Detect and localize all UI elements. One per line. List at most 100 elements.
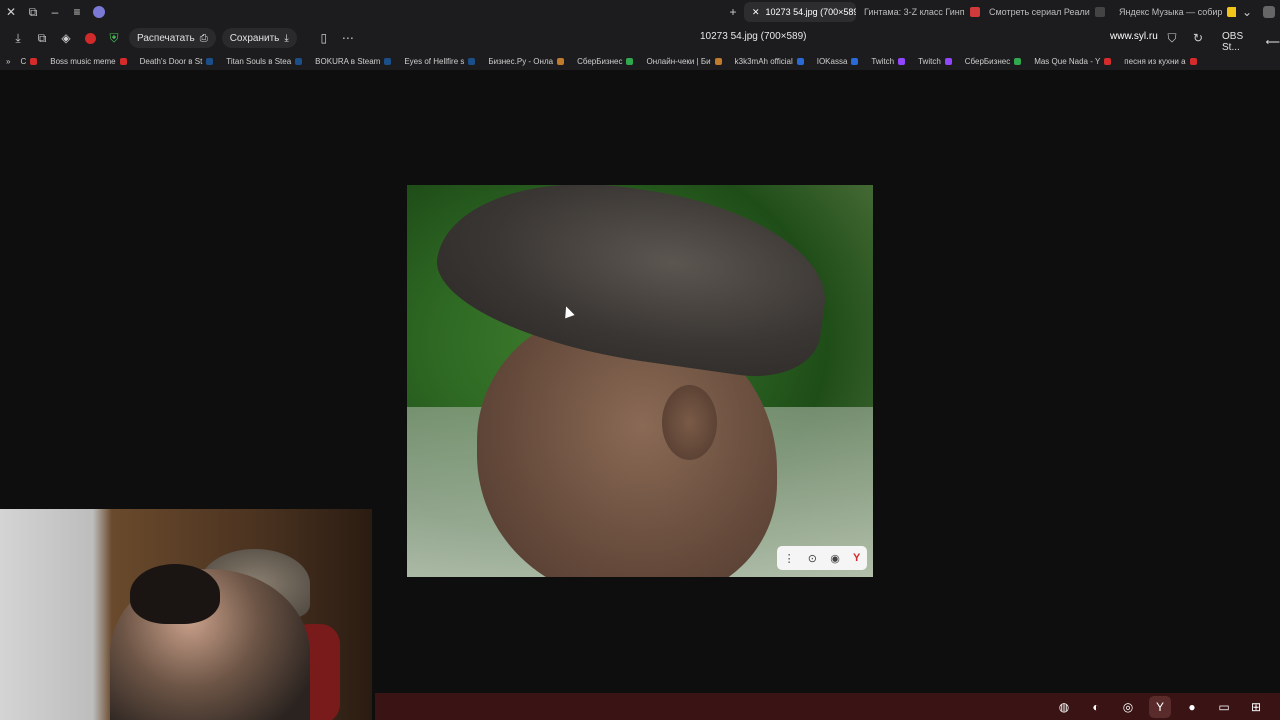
photo-toolbar: ⋮ ⊙ ◉ Y bbox=[777, 546, 867, 570]
shield-icon: ⛨ bbox=[109, 30, 119, 45]
bookmark-item[interactable]: Twitch bbox=[918, 57, 956, 66]
bookmark-label: Twitch bbox=[871, 56, 895, 66]
yandex-icon[interactable]: Y bbox=[853, 552, 860, 564]
photo-hair-cap bbox=[427, 185, 837, 386]
windows-icon[interactable]: ⊞ bbox=[1245, 696, 1267, 718]
tab-bar: ✕ ⧉ – ≡ + ✕ 10273 54.jpg (700×589) Гинта… bbox=[0, 0, 1280, 24]
page-title: 10273 54.jpg (700×589) bbox=[700, 31, 807, 42]
bookmark-item[interactable]: СберБизнес bbox=[965, 57, 1025, 66]
tab-label: Гинтама: 3-Z класс Гинп bbox=[864, 7, 965, 17]
print-button[interactable]: Распечатать ⎙ bbox=[129, 28, 216, 48]
bookmark-item[interactable]: Онлайн-чеки | Би bbox=[646, 57, 725, 66]
files-icon[interactable]: ▭ bbox=[1213, 696, 1235, 718]
bookmark-favicon-icon bbox=[1014, 57, 1022, 65]
app-icon[interactable]: ◍ bbox=[1053, 696, 1075, 718]
more-options-button[interactable]: ⋯ bbox=[336, 27, 360, 49]
share-icon: ◈ bbox=[61, 31, 71, 45]
shield-icon: ⛉ bbox=[1167, 30, 1177, 45]
bookmark-item[interactable]: Death's Door в St bbox=[140, 57, 218, 66]
reload-button[interactable]: ↻ bbox=[1186, 27, 1210, 49]
extension-button[interactable]: ⧉ bbox=[30, 27, 54, 49]
chevron-double-icon[interactable]: » bbox=[6, 57, 10, 66]
bookmark-label: Boss music meme bbox=[50, 56, 116, 66]
close-window-button[interactable]: ✕ bbox=[0, 0, 22, 24]
plus-icon: + bbox=[729, 5, 737, 19]
puzzle-icon: ⧉ bbox=[37, 30, 47, 45]
bookmark-label: СберБизнес bbox=[964, 56, 1011, 66]
bookmark-label: Бизнес.Ру - Онла bbox=[488, 56, 554, 66]
profile-avatar[interactable] bbox=[88, 0, 110, 24]
tab-yandex-music[interactable]: Яндекс Музыка — собир bbox=[1111, 2, 1236, 22]
bookmark-item[interactable]: IOKassa bbox=[817, 57, 863, 66]
chrome-icon[interactable]: ● bbox=[1181, 696, 1203, 718]
webcam-hair bbox=[130, 564, 220, 624]
bookmark-favicon-icon bbox=[384, 57, 392, 65]
bookmark-item[interactable]: Titan Souls в Stea bbox=[226, 57, 306, 66]
close-tab-icon[interactable]: ✕ bbox=[752, 7, 760, 18]
bookmark-favicon-icon bbox=[206, 57, 214, 65]
print-label: Распечатать bbox=[137, 32, 195, 44]
lens-icon[interactable]: ⊙ bbox=[808, 552, 817, 565]
adblock-button[interactable] bbox=[78, 27, 102, 49]
obs-tab-favicon[interactable] bbox=[1258, 0, 1280, 24]
photo-image[interactable] bbox=[407, 185, 873, 577]
yandex-icon[interactable]: Y bbox=[1149, 695, 1171, 718]
more-icon[interactable]: ⋮ bbox=[784, 552, 795, 565]
obs-icon[interactable]: ◎ bbox=[1117, 696, 1139, 718]
bookmark-icon: ▯ bbox=[320, 31, 328, 45]
bookmark-item[interactable]: Eyes of Hellfire s bbox=[404, 57, 479, 66]
download-icon: ⤓ bbox=[15, 30, 21, 45]
tab-label: Яндекс Музыка — собир bbox=[1119, 7, 1223, 17]
bookmark-label: Death's Door в St bbox=[139, 56, 203, 66]
bookmark-item[interactable]: Бизнес.Ру - Онла bbox=[488, 57, 568, 66]
bookmark-item[interactable]: Mas Que Nada - Y bbox=[1034, 57, 1115, 66]
browser-menu-button[interactable]: ≡ bbox=[66, 0, 88, 24]
bookmark-item[interactable]: Boss music meme bbox=[50, 57, 130, 66]
share-button[interactable]: ◈ bbox=[54, 27, 78, 49]
protect-button[interactable]: ⛨ bbox=[102, 27, 126, 49]
bookmark-button[interactable]: ▯ bbox=[312, 27, 336, 49]
bookmark-favicon-icon bbox=[944, 57, 952, 65]
bookmark-favicon-icon bbox=[557, 57, 565, 65]
bookmark-item[interactable]: BOKURA в Steam bbox=[315, 57, 395, 66]
bookmark-item[interactable]: Twitch bbox=[871, 57, 909, 66]
downloads-button[interactable]: ⤓ bbox=[6, 27, 30, 49]
tab-active-image[interactable]: ✕ 10273 54.jpg (700×589) bbox=[744, 2, 856, 22]
bookmark-item[interactable]: k3k3mAh official bbox=[735, 57, 808, 66]
tab-label: Смотреть сериал Реали bbox=[989, 7, 1090, 17]
bookmark-label: СберБизнес bbox=[577, 56, 623, 66]
obs-icon bbox=[1263, 6, 1275, 18]
security-button[interactable]: ⛉ bbox=[1160, 27, 1184, 49]
bookmark-label: Eyes of Hellfire s bbox=[404, 56, 465, 66]
save-label: Сохранить bbox=[229, 32, 280, 44]
bookmark-item[interactable]: C bbox=[20, 57, 41, 66]
minimize-window-button[interactable]: – bbox=[44, 0, 66, 24]
bookmark-label: BOKURA в Steam bbox=[315, 56, 381, 66]
tab-list-button[interactable]: ⌄ bbox=[1236, 0, 1258, 24]
save-button[interactable]: Сохранить ⤓ bbox=[221, 28, 297, 48]
restore-window-button[interactable]: ⧉ bbox=[22, 0, 44, 24]
bookmark-favicon-icon bbox=[898, 57, 906, 65]
edge-icon[interactable]: ◐ bbox=[1085, 696, 1107, 718]
tab-gintama[interactable]: Гинтама: 3-Z класс Гинп bbox=[856, 2, 981, 22]
bookmark-favicon-icon bbox=[1189, 57, 1197, 65]
minimize-icon: – bbox=[51, 5, 59, 19]
obs-bookmark-chip[interactable]: OBS St... ⟵ bbox=[1222, 31, 1280, 53]
bookmark-favicon-icon bbox=[796, 57, 804, 65]
bookmark-favicon-icon bbox=[714, 57, 722, 65]
bookmark-favicon-icon bbox=[295, 57, 303, 65]
bookmark-favicon-icon bbox=[851, 57, 859, 65]
eye-icon[interactable]: ◉ bbox=[830, 552, 840, 565]
bookmarks-bar: » песня из кухни a Mas Que Nada - Y СберБи… bbox=[0, 52, 1280, 70]
bookmark-item[interactable]: песня из кухни a bbox=[1124, 57, 1200, 66]
bookmark-item[interactable]: СберБизнес bbox=[577, 57, 637, 66]
back-arrow-icon: ⟵ bbox=[1265, 36, 1280, 48]
ellipsis-icon: ⋯ bbox=[341, 31, 354, 45]
taskbar: ◍ ◐ ◎ Y ● ▭ ⊞ bbox=[375, 693, 1280, 720]
address-domain[interactable]: www.syl.ru bbox=[1110, 31, 1158, 42]
new-tab-button[interactable]: + bbox=[722, 0, 744, 24]
bookmark-favicon-icon bbox=[30, 57, 38, 65]
adblock-icon bbox=[84, 32, 96, 44]
bookmark-favicon-icon bbox=[626, 57, 634, 65]
tab-series[interactable]: Смотреть сериал Реали bbox=[981, 2, 1111, 22]
